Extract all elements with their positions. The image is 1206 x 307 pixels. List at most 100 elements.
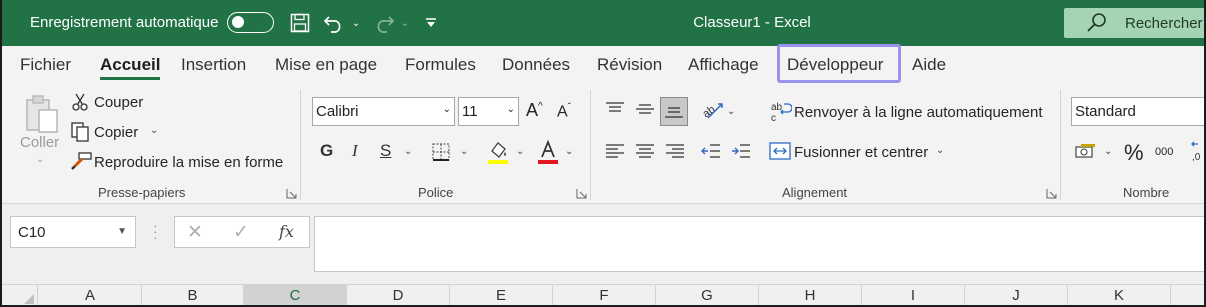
- borders-dropdown-icon[interactable]: ⌄: [460, 146, 468, 157]
- name-box-value: C10: [18, 224, 46, 241]
- column-header-g[interactable]: G: [656, 285, 759, 305]
- tab-affichage[interactable]: Affichage: [688, 55, 759, 75]
- chevron-down-icon: ⌄: [442, 104, 451, 115]
- orientation-dropdown-icon[interactable]: ⌄: [727, 106, 735, 117]
- decimal-icon[interactable]: ,0: [1188, 140, 1204, 164]
- alignment-group-label: Alignement: [782, 185, 848, 200]
- column-header-a[interactable]: A: [39, 285, 142, 305]
- merge-center-label[interactable]: Fusionner et centrer: [794, 144, 928, 161]
- paste-dropdown-icon[interactable]: ⌄: [36, 154, 44, 165]
- align-right-icon[interactable]: [664, 142, 686, 160]
- confirm-icon[interactable]: ✓: [233, 221, 249, 244]
- tab-donnees[interactable]: Données: [502, 55, 570, 75]
- search-box[interactable]: Rechercher (: [1064, 8, 1206, 39]
- copy-label[interactable]: Copier: [94, 124, 138, 141]
- italic-button[interactable]: I: [352, 141, 358, 161]
- merge-center-icon[interactable]: [768, 141, 792, 161]
- font-name-value: Calibri: [316, 103, 359, 120]
- column-header-i[interactable]: I: [862, 285, 965, 305]
- merge-dropdown-icon[interactable]: ⌄: [936, 145, 944, 156]
- underline-button[interactable]: S: [380, 141, 391, 161]
- underline-dropdown-icon[interactable]: ⌄: [404, 146, 412, 157]
- decrease-indent-icon[interactable]: [700, 142, 722, 160]
- number-format-select[interactable]: Standard: [1071, 97, 1204, 126]
- borders-icon[interactable]: [430, 141, 452, 163]
- format-painter-icon[interactable]: [70, 152, 92, 172]
- grow-font-icon[interactable]: A^: [526, 100, 543, 121]
- number-format-value: Standard: [1075, 103, 1136, 120]
- column-header-b[interactable]: B: [142, 285, 244, 305]
- tab-aide[interactable]: Aide: [912, 55, 946, 75]
- svg-text:c: c: [771, 113, 776, 122]
- tab-insertion[interactable]: Insertion: [181, 55, 246, 75]
- wrap-text-label[interactable]: Renvoyer à la ligne automatiquement: [794, 104, 1042, 121]
- align-middle-icon[interactable]: [634, 100, 656, 118]
- chevron-down-icon: ▼: [117, 226, 127, 237]
- font-name-select[interactable]: Calibri ⌄: [312, 97, 455, 126]
- tab-mise-en-page[interactable]: Mise en page: [275, 55, 377, 75]
- paste-label[interactable]: Coller: [20, 134, 59, 151]
- column-header-d[interactable]: D: [347, 285, 450, 305]
- clipboard-launcher-icon[interactable]: [286, 186, 297, 199]
- formula-buttons: ✕ ✓ fx: [174, 216, 310, 248]
- wrap-text-icon[interactable]: ab c: [770, 100, 792, 122]
- thousands-button[interactable]: 000: [1155, 146, 1173, 158]
- group-separator: [590, 90, 591, 200]
- increase-indent-icon[interactable]: [730, 142, 752, 160]
- alignment-launcher-icon[interactable]: [1046, 186, 1057, 199]
- search-icon: [1086, 12, 1108, 39]
- formula-bar: C10 ▼ · · · ✕ ✓ fx: [2, 204, 1204, 284]
- search-label: Rechercher (: [1125, 15, 1206, 32]
- format-painter-label[interactable]: Reproduire la mise en forme: [94, 154, 283, 171]
- chevron-down-icon: ⌄: [506, 104, 515, 115]
- font-size-select[interactable]: 11 ⌄: [458, 97, 519, 126]
- name-box[interactable]: C10 ▼: [10, 216, 136, 248]
- select-all-button[interactable]: [2, 285, 38, 305]
- font-color-icon[interactable]: [536, 139, 560, 165]
- group-separator: [1060, 90, 1061, 200]
- tab-formules[interactable]: Formules: [405, 55, 476, 75]
- drag-handle-icon[interactable]: · · ·: [153, 218, 158, 244]
- font-color-dropdown-icon[interactable]: ⌄: [565, 146, 573, 157]
- column-headers: A B C D E F G H I J K: [2, 284, 1204, 305]
- tab-fichier[interactable]: Fichier: [20, 55, 71, 75]
- align-top-icon[interactable]: [604, 100, 626, 118]
- column-header-j[interactable]: J: [965, 285, 1068, 305]
- paste-icon[interactable]: [22, 92, 62, 136]
- column-header-f[interactable]: F: [553, 285, 656, 305]
- group-separator: [300, 90, 301, 200]
- align-left-icon[interactable]: [604, 142, 626, 160]
- tab-revision[interactable]: Révision: [597, 55, 662, 75]
- percent-button[interactable]: %: [1124, 140, 1144, 166]
- tab-accueil[interactable]: Accueil: [100, 55, 161, 80]
- clipboard-group-label: Presse-papiers: [98, 185, 186, 200]
- number-group-label: Nombre: [1123, 185, 1170, 200]
- svg-text:,0: ,0: [1192, 152, 1201, 163]
- window-title: Classeur1 - Excel: [693, 14, 811, 31]
- cut-label[interactable]: Couper: [94, 94, 143, 111]
- fill-color-icon[interactable]: [486, 139, 510, 165]
- column-header-e[interactable]: E: [450, 285, 553, 305]
- formula-input[interactable]: [314, 216, 1204, 272]
- bold-button[interactable]: G: [320, 141, 333, 161]
- align-bottom-icon: [663, 102, 685, 120]
- copy-icon[interactable]: [70, 122, 90, 142]
- column-header-c[interactable]: C: [244, 285, 347, 305]
- insert-function-icon[interactable]: fx: [279, 222, 294, 241]
- column-header-k[interactable]: K: [1068, 285, 1171, 305]
- shrink-font-icon[interactable]: Aˇ: [557, 102, 571, 121]
- column-header-h[interactable]: H: [759, 285, 862, 305]
- orientation-icon[interactable]: ab: [700, 98, 724, 120]
- title-bar: Enregistrement automatique ⌄ ⌄ Classeur1…: [2, 0, 1206, 46]
- fill-color-dropdown-icon[interactable]: ⌄: [516, 146, 524, 157]
- currency-dropdown-icon[interactable]: ⌄: [1104, 146, 1112, 157]
- developer-tab-highlight: [777, 44, 901, 83]
- font-launcher-icon[interactable]: [576, 186, 587, 199]
- align-center-icon[interactable]: [634, 142, 656, 160]
- copy-dropdown-icon[interactable]: ⌄: [150, 125, 158, 136]
- excel-window: Enregistrement automatique ⌄ ⌄ Classeur1…: [0, 0, 1206, 307]
- menu-bar: Fichier Accueil Insertion Mise en page F…: [2, 46, 1204, 86]
- cancel-icon[interactable]: ✕: [187, 221, 203, 244]
- scissors-icon[interactable]: [70, 92, 90, 112]
- currency-format-icon[interactable]: [1074, 142, 1098, 162]
